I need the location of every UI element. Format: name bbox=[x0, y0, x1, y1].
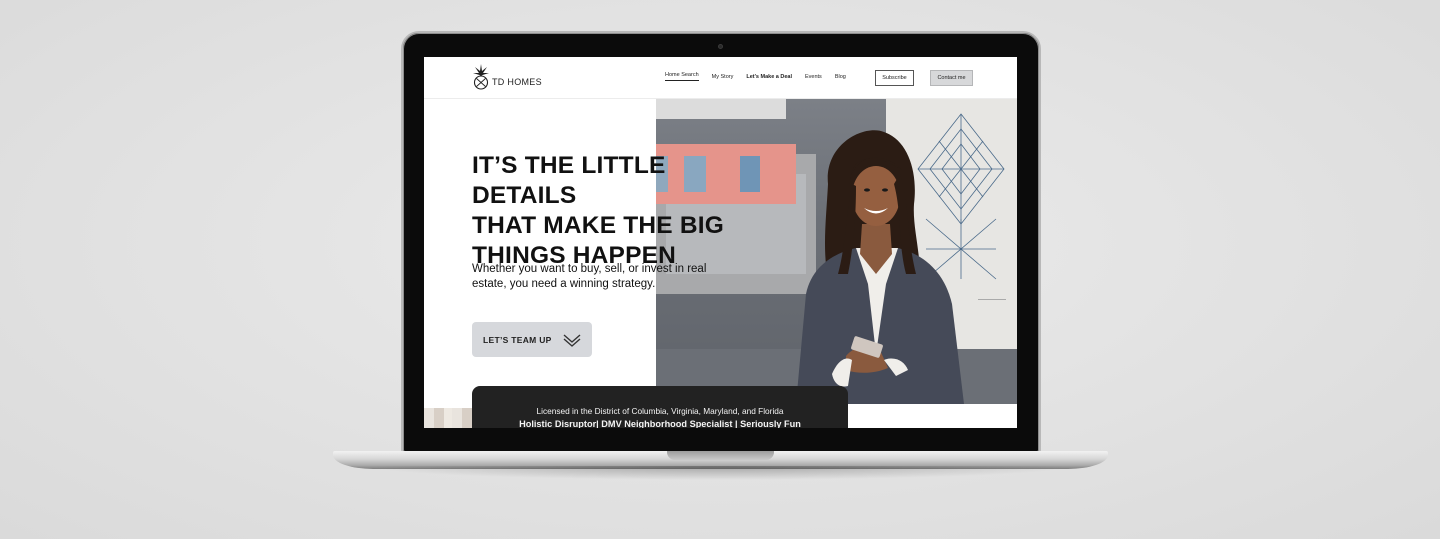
nav-blog[interactable]: Blog bbox=[835, 74, 846, 80]
headline-line-2: THAT MAKE THE BIG bbox=[472, 211, 772, 241]
nav-my-story[interactable]: My Story bbox=[712, 74, 734, 80]
main-nav: Home Search My Story Let's Make a Deal E… bbox=[665, 72, 859, 81]
team-up-button[interactable]: LET’S TEAM UP bbox=[472, 322, 592, 357]
site-header: TD HOMES Home Search My Story Let's Make… bbox=[424, 57, 1017, 99]
agent-portrait bbox=[796, 130, 964, 404]
photo-frame-top bbox=[656, 99, 786, 119]
headline-line-2-bold: THE BIG bbox=[623, 212, 725, 239]
subscribe-button[interactable]: Subscribe bbox=[875, 70, 914, 86]
headline-line-1: IT’S THE LITTLE DETAILS bbox=[472, 152, 666, 209]
headline-line-2-light: THAT MAKE bbox=[472, 212, 624, 239]
banner-tagline: Holistic Disruptor| DMV Neighborhood Spe… bbox=[519, 419, 801, 428]
nav-home-search[interactable]: Home Search bbox=[665, 72, 699, 81]
laptop-notch bbox=[667, 451, 774, 460]
camera-icon bbox=[718, 44, 723, 49]
double-chevron-down-icon bbox=[563, 333, 581, 347]
hero-headline: IT’S THE LITTLE DETAILS THAT MAKE THE BI… bbox=[472, 151, 772, 271]
contact-button[interactable]: Contact me bbox=[930, 70, 973, 86]
credentials-banner: Licensed in the District of Columbia, Vi… bbox=[472, 386, 848, 428]
pineapple-logo-icon bbox=[473, 64, 489, 90]
team-up-button-label: LET’S TEAM UP bbox=[483, 334, 552, 345]
banner-licensing: Licensed in the District of Columbia, Vi… bbox=[536, 406, 784, 416]
laptop-shadow bbox=[360, 466, 1080, 480]
photo-strip bbox=[424, 408, 472, 428]
site-logo[interactable]: TD HOMES bbox=[472, 63, 542, 91]
nav-make-a-deal[interactable]: Let's Make a Deal bbox=[746, 74, 792, 80]
laptop-screen: TD HOMES Home Search My Story Let's Make… bbox=[424, 57, 1017, 428]
nav-events[interactable]: Events bbox=[805, 74, 822, 80]
brand-name: TD HOMES bbox=[492, 77, 542, 87]
hero-subtext: Whether you want to buy, sell, or invest… bbox=[472, 263, 707, 290]
